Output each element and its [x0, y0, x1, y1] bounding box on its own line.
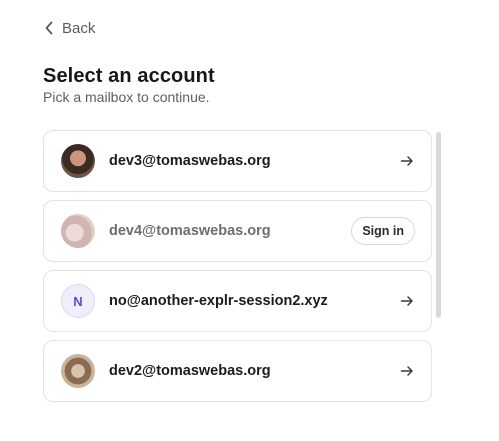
back-label: Back — [62, 19, 96, 37]
page-title: Select an account — [43, 65, 215, 87]
account-email: dev2@tomaswebas.org — [109, 363, 271, 379]
account-email: dev4@tomaswebas.org — [109, 223, 271, 239]
page-subtitle: Pick a mailbox to continue. — [43, 89, 210, 105]
chevron-left-icon — [44, 21, 54, 35]
avatar: N — [61, 284, 95, 318]
avatar — [61, 144, 95, 178]
avatar — [61, 354, 95, 388]
arrow-right-icon — [399, 363, 415, 379]
account-email: dev3@tomaswebas.org — [109, 153, 271, 169]
account-card[interactable]: dev4@tomaswebas.org Sign in — [43, 200, 432, 262]
account-email: no@another-explr-session2.xyz — [109, 293, 328, 309]
back-button[interactable]: Back — [44, 19, 95, 37]
sign-in-button[interactable]: Sign in — [351, 217, 415, 245]
account-card[interactable]: dev2@tomaswebas.org — [43, 340, 432, 402]
avatar — [61, 214, 95, 248]
account-card[interactable]: dev3@tomaswebas.org — [43, 130, 432, 192]
account-card[interactable]: N no@another-explr-session2.xyz — [43, 270, 432, 332]
arrow-right-icon — [399, 293, 415, 309]
arrow-right-icon — [399, 153, 415, 169]
scrollbar[interactable] — [436, 132, 441, 318]
account-list: dev3@tomaswebas.org dev4@tomaswebas.org … — [43, 130, 432, 410]
